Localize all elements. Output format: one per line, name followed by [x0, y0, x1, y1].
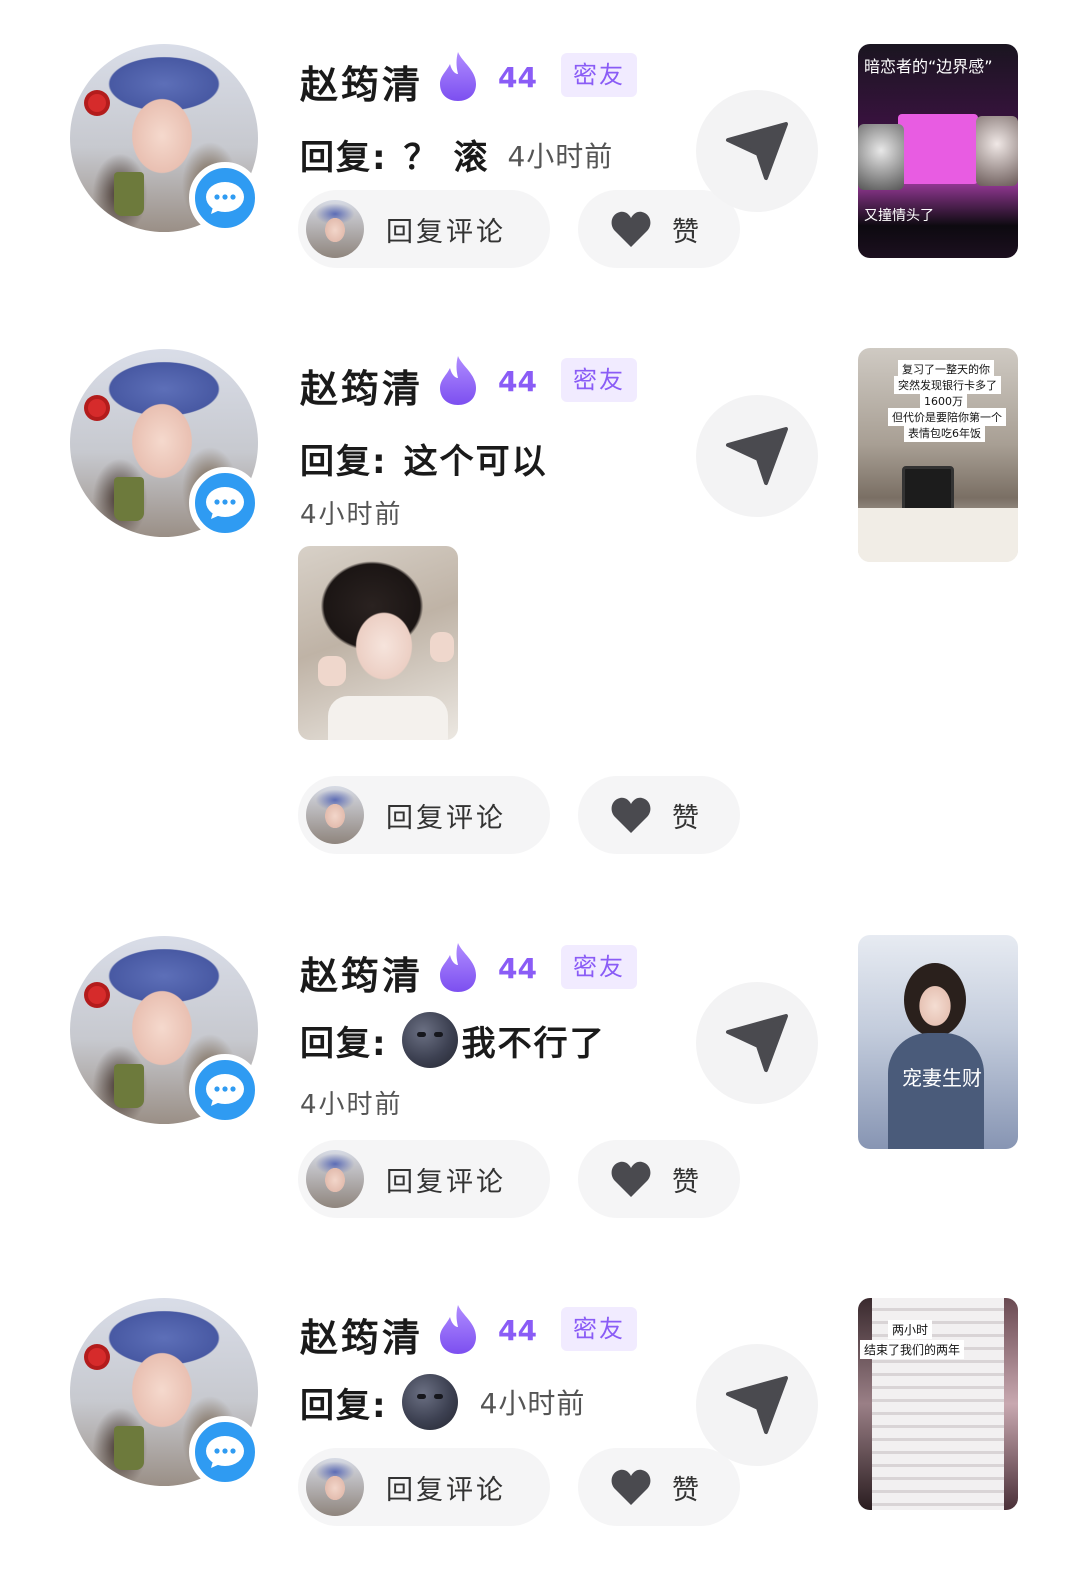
thumb-tablet [902, 466, 954, 512]
like-label: 赞 [672, 1166, 699, 1198]
reply-line: 回复: ？ 滚 4小时前 [300, 130, 613, 179]
flame-icon [440, 1305, 476, 1354]
avatar-cup-decoration [114, 172, 144, 216]
my-avatar [306, 200, 364, 258]
relation-tag: 密友 [561, 358, 637, 402]
reply-prefix: 回复: [300, 442, 388, 482]
thumb-pink-block [898, 114, 978, 184]
avatar-flower-decoration [88, 94, 106, 112]
video-thumbnail[interactable]: 两小时 结束了我们的两年 [858, 1298, 1018, 1510]
reply-text: ？ 滚 [403, 138, 490, 178]
my-avatar [306, 786, 364, 844]
avatar-cup-decoration [114, 1064, 144, 1108]
reply-comment-button[interactable]: 回复评论 [298, 1140, 550, 1218]
avatar-flower-decoration [88, 1348, 106, 1366]
relation-tag: 密友 [561, 53, 637, 97]
like-label: 赞 [672, 802, 699, 834]
avatar-flower-decoration [88, 399, 106, 417]
video-thumbnail[interactable]: 宠妻生财 [858, 935, 1018, 1149]
new-moon-face-emoji [401, 1012, 458, 1068]
send-button[interactable] [696, 1344, 818, 1466]
heart-icon [611, 1469, 651, 1505]
avatar-flower-decoration [88, 986, 106, 1004]
username[interactable]: 赵筠清 [300, 54, 423, 109]
thumb-edge-right [1004, 1298, 1018, 1510]
send-arrow-icon [726, 427, 788, 485]
comment-image[interactable] [298, 546, 458, 740]
video-thumbnail[interactable]: 复习了一整天的你 突然发现银行卡多了 1600万 但代价是要陪你第一个 表情包吃… [858, 348, 1018, 562]
flame-icon [440, 52, 476, 101]
username[interactable]: 赵筠清 [300, 945, 423, 1000]
like-label: 赞 [672, 1474, 699, 1506]
like-button[interactable]: 赞 [578, 1140, 740, 1218]
send-arrow-icon [726, 1376, 788, 1434]
like-button[interactable]: 赞 [578, 190, 740, 268]
my-avatar [306, 1150, 364, 1208]
reply-comment-button[interactable]: 回复评论 [298, 1448, 550, 1526]
send-button[interactable] [696, 90, 818, 212]
new-moon-face-emoji [401, 1374, 458, 1430]
level-number: 44 [498, 952, 537, 985]
flame-icon [440, 356, 476, 405]
thumb-edge-left [858, 1298, 872, 1510]
comment-time: 4小时前 [507, 139, 614, 173]
username[interactable]: 赵筠清 [300, 1307, 423, 1362]
thumb-face-right [976, 116, 1018, 186]
thumb-notebook [858, 508, 1018, 562]
username[interactable]: 赵筠清 [300, 358, 423, 413]
avatar-cup-decoration [114, 477, 144, 521]
reply-line: 回复: 我不行了 [300, 1012, 606, 1068]
send-button[interactable] [696, 982, 818, 1104]
flame-icon [440, 943, 476, 992]
reply-comment-button[interactable]: 回复评论 [298, 190, 550, 268]
comment-time: 4小时前 [300, 500, 403, 530]
comment-time: 4小时前 [300, 1090, 403, 1120]
photo-hand-left [318, 656, 346, 686]
avatar-cup-decoration [114, 1426, 144, 1470]
level-number: 44 [498, 1314, 537, 1347]
like-button[interactable]: 赞 [578, 776, 740, 854]
thumb-caption: 又撞情头了 [864, 208, 934, 224]
heart-icon [611, 211, 651, 247]
reply-text: 我不行了 [461, 1023, 606, 1064]
reply-comment-button[interactable]: 回复评论 [298, 776, 550, 854]
relation-tag: 密友 [561, 945, 637, 989]
photo-shirt [328, 696, 448, 740]
reply-comment-label: 回复评论 [386, 216, 506, 248]
heart-icon [611, 1161, 651, 1197]
reply-prefix: 回复: [300, 1023, 388, 1064]
relation-tag: 密友 [561, 1307, 637, 1351]
reply-line: 回复: 4小时前 [300, 1374, 585, 1430]
send-arrow-icon [726, 122, 788, 180]
message-bubble-icon[interactable] [189, 467, 261, 539]
reply-prefix: 回复: [300, 1385, 388, 1426]
photo-hand-right [430, 632, 454, 662]
like-button[interactable]: 赞 [578, 1448, 740, 1526]
my-avatar [306, 1458, 364, 1516]
message-bubble-icon[interactable] [189, 162, 261, 234]
video-thumbnail[interactable]: 暗恋者的“边界感” 又撞情头了 [858, 44, 1018, 258]
thumb-caption: 表情包吃6年饭 [904, 424, 985, 442]
reply-text: 这个可以 [403, 442, 548, 482]
level-number: 44 [498, 365, 537, 398]
reply-comment-label: 回复评论 [386, 1166, 506, 1198]
thumb-caption: 宠妻生财 [902, 1066, 982, 1090]
reply-comment-label: 回复评论 [386, 802, 506, 834]
thumb-caption: 两小时 [888, 1320, 933, 1339]
heart-icon [611, 797, 651, 833]
thumb-face [904, 963, 966, 1037]
thumb-caption: 暗恋者的“边界感” [864, 57, 993, 76]
reply-line: 回复: 这个可以 [300, 434, 548, 483]
send-arrow-icon [726, 1014, 788, 1072]
level-number: 44 [498, 61, 537, 94]
like-label: 赞 [672, 216, 699, 248]
message-bubble-icon[interactable] [189, 1416, 261, 1488]
send-button[interactable] [696, 395, 818, 517]
thumb-caption: 结束了我们的两年 [860, 1340, 965, 1359]
reply-prefix: 回复: [300, 138, 388, 178]
thumb-face-left [858, 124, 904, 190]
comment-time: 4小时前 [479, 1387, 586, 1420]
reply-comment-label: 回复评论 [386, 1474, 506, 1506]
message-bubble-icon[interactable] [189, 1054, 261, 1126]
